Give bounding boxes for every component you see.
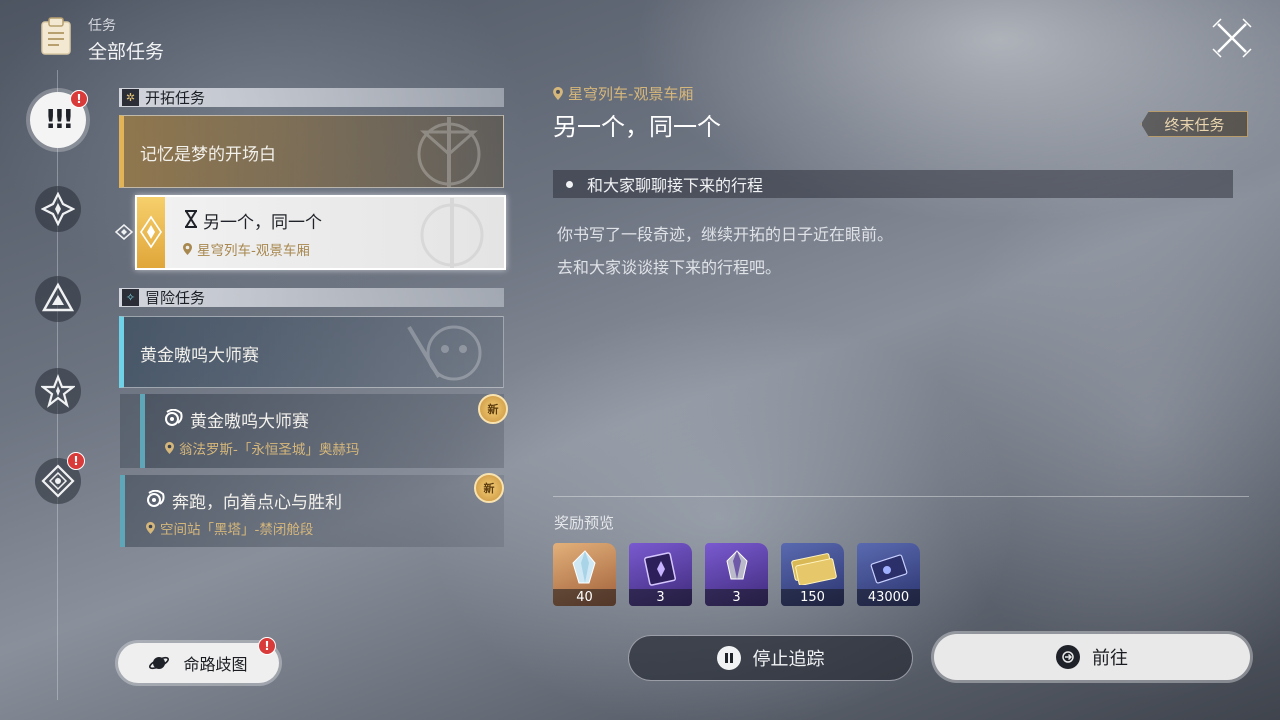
- location-pin-icon: [165, 442, 174, 454]
- description-line: 去和大家谈谈接下来的行程吧。: [557, 258, 782, 277]
- active-quest-location: 星穹列车-观景车厢: [183, 239, 310, 259]
- planet-icon: [149, 656, 170, 670]
- section-label: 开拓任务: [145, 89, 206, 107]
- adventure-section-icon: ✧: [122, 289, 139, 306]
- quest-type-tag: 终末任务: [1141, 111, 1248, 137]
- daily-diamond-icon: [41, 464, 75, 498]
- emblem-watermark-icon: [417, 117, 481, 187]
- quest-location: 空间站「黑塔」-禁闭舱段: [146, 518, 313, 538]
- quest-item[interactable]: 奔跑，向着点心与胜利 空间站「黑塔」-禁闭舱段: [120, 475, 504, 547]
- hourglass-icon: [185, 210, 197, 228]
- nav-all-missions[interactable]: !!! !: [30, 90, 88, 148]
- notification-badge: !: [67, 452, 85, 470]
- nav-companion[interactable]: [35, 276, 81, 322]
- section-label: 冒险任务: [145, 289, 206, 307]
- location-text: 星穹列车-观景车厢: [568, 85, 694, 103]
- reward-quantity: 43000: [857, 589, 920, 606]
- mission-group-title: 黄金嗷呜大师赛: [140, 346, 259, 366]
- trailblaze-star-icon: [41, 192, 75, 226]
- location-text: 空间站「黑塔」-禁闭舱段: [160, 522, 314, 538]
- bullet-icon: [566, 180, 573, 188]
- dog-watermark-icon: [407, 325, 482, 381]
- quest-rank-strip: [137, 197, 165, 268]
- exp-card-icon: [870, 554, 908, 584]
- companion-triangle-icon: [41, 282, 75, 312]
- nav-daily[interactable]: !: [35, 452, 85, 504]
- credit-icon: [791, 553, 837, 585]
- purple-ore-icon: [726, 550, 748, 580]
- trailblaze-section-icon: ✲: [122, 89, 139, 106]
- quest-title: 黄金嗷呜大师赛: [190, 412, 309, 432]
- quest-location: 翁法罗斯-「永恒圣城」奥赫玛: [165, 438, 359, 458]
- navigate-icon: [1056, 645, 1080, 669]
- location-pin-icon: [146, 522, 155, 534]
- active-quest-card[interactable]: 另一个，同一个 星穹列车-观景车厢: [135, 195, 506, 270]
- notification-badge: !: [70, 90, 88, 108]
- quest-item[interactable]: 黄金嗷呜大师赛 翁法罗斯-「永恒圣城」奥赫玛: [120, 394, 504, 468]
- location-pin-icon: [553, 87, 563, 100]
- location-text: 星穹列车-观景车厢: [197, 243, 310, 259]
- detail-title: 另一个，同一个: [553, 113, 721, 141]
- detail-location: 星穹列车-观景车厢: [553, 83, 693, 104]
- location-pin-icon: [183, 243, 192, 255]
- header-subtitle: 任务: [88, 18, 116, 34]
- stop-tracking-label: 停止追踪: [752, 649, 825, 670]
- active-quest-title: 另一个，同一个: [203, 213, 322, 233]
- description-line: 你书写了一段奇迹，继续开拓的日子近在眼前。: [557, 225, 894, 244]
- reward-item[interactable]: 40: [553, 543, 616, 606]
- reward-item[interactable]: 43000: [857, 543, 920, 606]
- reward-quantity: 40: [553, 589, 616, 606]
- reward-quantity: 150: [781, 589, 844, 606]
- purple-book-icon: [643, 552, 677, 586]
- mission-group-card[interactable]: 记忆是梦的开场白: [119, 115, 504, 188]
- close-icon[interactable]: [1210, 16, 1254, 60]
- stop-tracking-button[interactable]: 停止追踪: [628, 635, 913, 681]
- new-badge: 新: [474, 473, 504, 503]
- reward-item[interactable]: 150: [781, 543, 844, 606]
- location-text: 翁法罗斯-「永恒圣城」奥赫玛: [179, 442, 360, 458]
- mission-group-title: 记忆是梦的开场白: [140, 145, 276, 165]
- section-adventure: ✧ 冒险任务: [119, 288, 504, 307]
- new-badge: 新: [478, 394, 508, 424]
- go-label: 前往: [1092, 648, 1128, 669]
- quest-rank-strip: [140, 394, 145, 468]
- quest-rank-strip: [120, 475, 125, 547]
- objective-text: 和大家聊聊接下来的行程: [587, 176, 764, 195]
- mission-group-card[interactable]: 黄金嗷呜大师赛: [119, 316, 504, 388]
- reward-label: 奖励预览: [554, 514, 615, 532]
- go-button[interactable]: 前往: [934, 634, 1250, 680]
- page-title: 全部任务: [88, 41, 165, 63]
- section-trailblaze: ✲ 开拓任务: [119, 88, 504, 107]
- objective-bar: 和大家聊聊接下来的行程: [553, 170, 1233, 198]
- destiny-map-label: 命路歧图: [183, 655, 248, 674]
- reward-item[interactable]: 3: [629, 543, 692, 606]
- all-missions-icon: !!!: [44, 105, 75, 135]
- notification-badge: !: [258, 637, 276, 655]
- mission-clipboard-icon: [41, 17, 71, 55]
- nav-trailblaze[interactable]: [35, 186, 81, 232]
- reward-quantity: 3: [705, 589, 768, 606]
- trailblaze-diamond-icon: [140, 215, 162, 249]
- reward-quantity: 3: [629, 589, 692, 606]
- quest-title: 奔跑，向着点心与胜利: [172, 493, 342, 513]
- reward-item[interactable]: 3: [705, 543, 768, 606]
- pause-icon: [716, 646, 741, 670]
- selected-arrow-icon: [115, 224, 134, 240]
- nav-adventure[interactable]: [35, 368, 81, 414]
- adventure-quest-icon: [165, 409, 183, 426]
- adventure-quest-icon: [147, 490, 165, 507]
- divider: [553, 496, 1249, 497]
- destiny-map-button[interactable]: 命路歧图 !: [118, 637, 279, 683]
- adventure-star-icon: [41, 374, 75, 408]
- crystal-icon: [572, 550, 596, 584]
- emblem-watermark-icon: [420, 198, 484, 268]
